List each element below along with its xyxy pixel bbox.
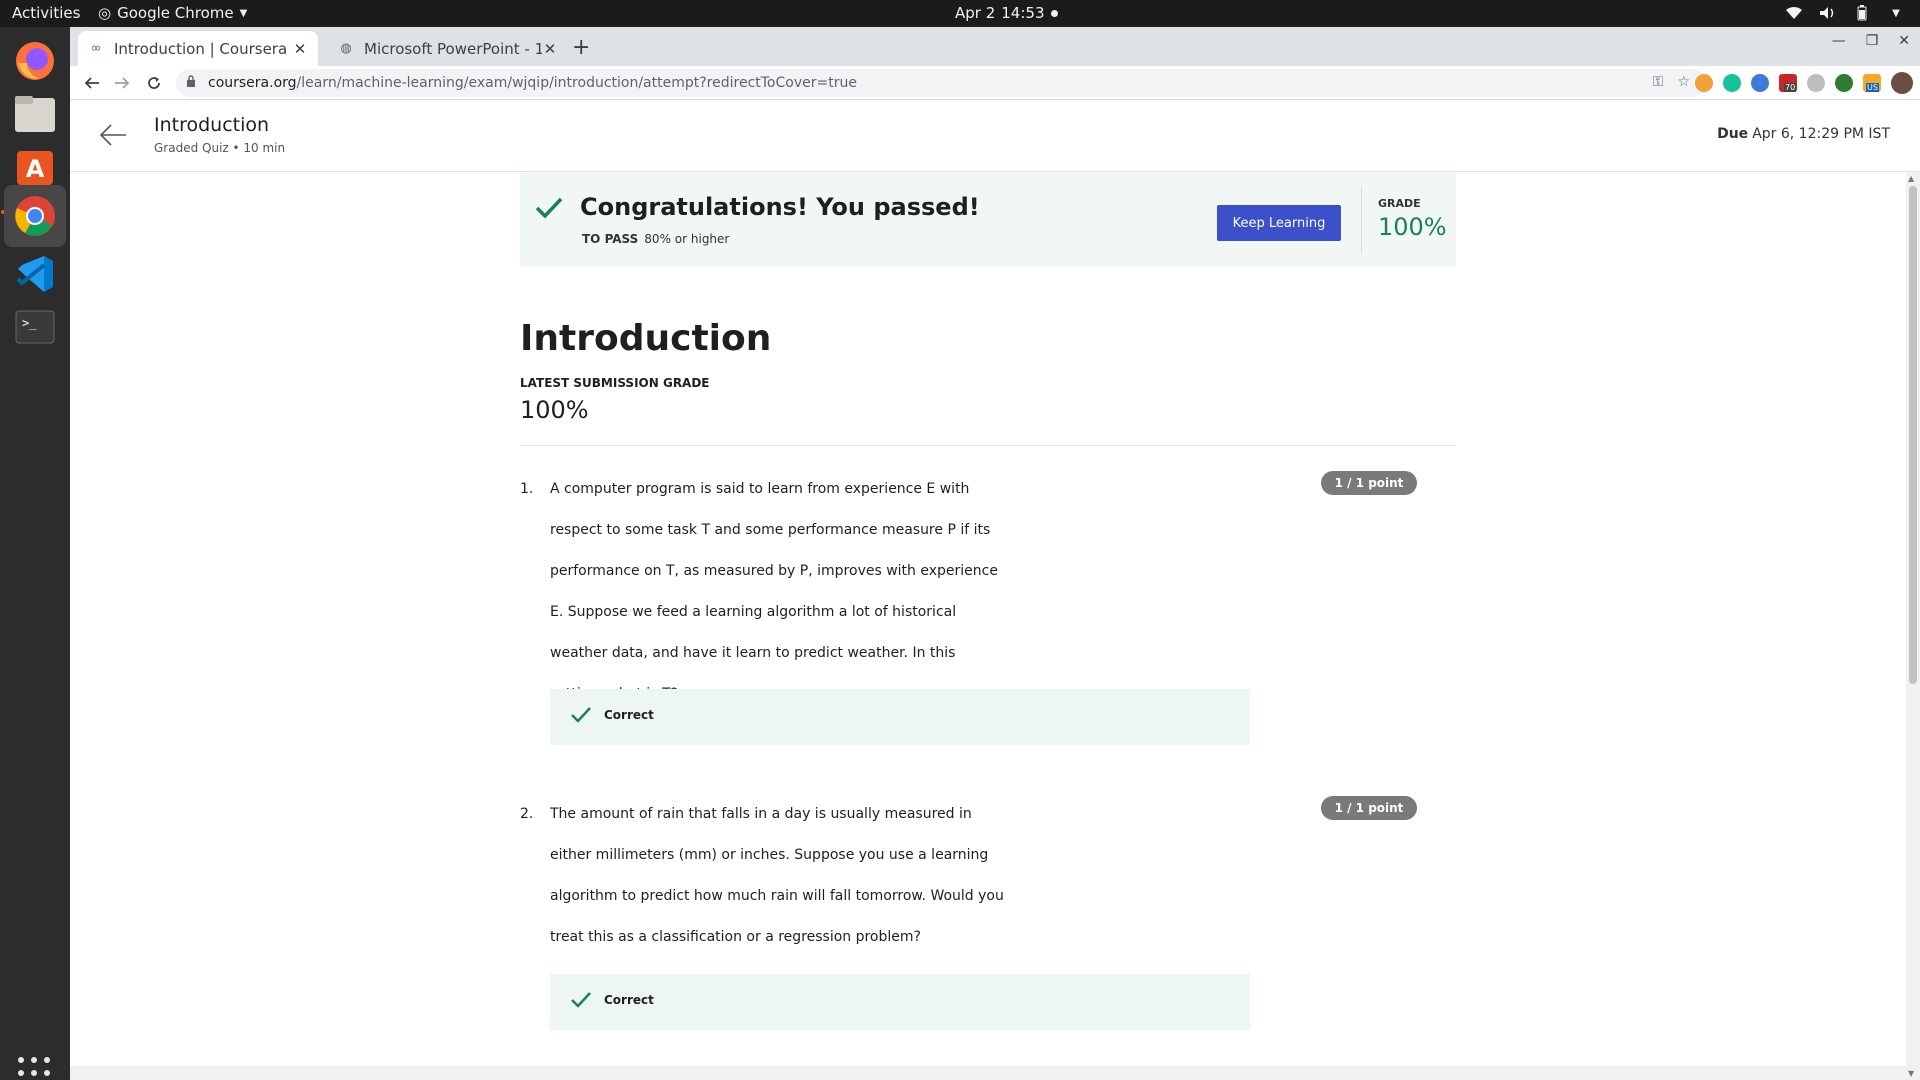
latest-submission-grade: 100% [520, 396, 589, 424]
grade-label: GRADE [1378, 197, 1421, 210]
page-title: Introduction [154, 114, 270, 136]
window-controls: — ❐ ✕ [1832, 33, 1910, 49]
coursera-favicon-icon: ∞ [90, 41, 102, 56]
extension-badge-region: US [1866, 83, 1879, 92]
minimize-icon[interactable]: — [1832, 33, 1846, 49]
scroll-down-icon[interactable]: ▼ [1908, 1069, 1914, 1078]
feedback-correct: Correct [550, 974, 1250, 1030]
quiz-header: Introduction Graded Quiz • 10 min Due Apr… [70, 100, 1920, 172]
extension-badge-icon[interactable]: US [1863, 74, 1881, 92]
back-arrow-icon[interactable] [98, 120, 128, 150]
grade-value: 100% [1378, 213, 1447, 241]
to-pass-value: 80% or higher [644, 232, 730, 246]
latest-submission-label: LATEST SUBMISSION GRADE [520, 376, 710, 390]
tab-title: Introduction | Coursera [114, 39, 288, 58]
extension-badge-icon[interactable]: 70 [1779, 74, 1797, 92]
due-date: Due Apr 6, 12:29 PM IST [1717, 126, 1890, 142]
feedback-label: Correct [604, 993, 654, 1007]
quiz-title: Introduction [520, 318, 772, 359]
bookmark-star-icon[interactable]: ☆ [1677, 74, 1690, 90]
key-icon[interactable]: ⚿ [1653, 74, 1664, 90]
extension-badge-count: 70 [1784, 83, 1797, 92]
battery-icon [1852, 3, 1872, 23]
close-tab-icon[interactable]: ✕ [292, 40, 308, 58]
back-icon[interactable] [80, 71, 104, 95]
chevron-down-icon: ▼ [1892, 7, 1900, 19]
close-tab-icon[interactable]: ✕ [542, 40, 558, 58]
extension-icon[interactable] [1751, 74, 1769, 92]
firefox-icon[interactable] [10, 36, 60, 86]
svg-text:>_: >_ [22, 316, 37, 330]
quiz-meta: Graded Quiz • 10 min [154, 141, 286, 155]
dock: A >_ [0, 27, 70, 1080]
divider [1361, 187, 1362, 253]
forward-icon[interactable] [110, 71, 134, 95]
due-value: Apr 6, 12:29 PM IST [1752, 126, 1890, 142]
checkmark-icon [534, 195, 564, 225]
vertical-scrollbar[interactable]: ▲ ▼ [1906, 172, 1920, 1080]
pass-threshold: TO PASS 80% or higher [582, 232, 729, 246]
points-badge: 1 / 1 point [1321, 796, 1417, 820]
extension-icon[interactable] [1695, 74, 1713, 92]
pass-headline: Congratulations! You passed! [580, 193, 980, 221]
new-tab-icon[interactable]: + [572, 35, 590, 60]
question-text: The amount of rain that falls in a day i… [550, 806, 1004, 945]
app-menu-label: Google Chrome [117, 4, 234, 22]
tab-powerpoint[interactable]: ◍ Microsoft PowerPoint - 1... ✕ [328, 31, 568, 66]
question-number: 2. [520, 806, 534, 822]
tab-coursera[interactable]: ∞ Introduction | Coursera ✕ [78, 31, 318, 66]
question-text: A computer program is said to learn from… [550, 481, 998, 702]
show-applications-icon[interactable] [18, 1057, 50, 1080]
question-number: 1. [520, 481, 534, 497]
url-host: coursera.org [208, 75, 297, 91]
files-icon[interactable] [10, 89, 60, 139]
system-top-bar: Activities ◎ Google Chrome ▼ Apr 2 14:53… [0, 0, 1920, 27]
lock-icon [186, 75, 200, 91]
horizontal-scrollbar[interactable] [70, 1066, 1906, 1080]
keep-learning-button[interactable]: Keep Learning [1217, 205, 1341, 241]
system-tray[interactable]: ▼ [1784, 3, 1906, 23]
chrome-icon[interactable] [4, 185, 66, 247]
divider [520, 445, 1456, 446]
chevron-down-icon: ▼ [239, 7, 248, 19]
points-badge: 1 / 1 point [1321, 471, 1417, 495]
close-window-icon[interactable]: ✕ [1898, 33, 1910, 49]
svg-text:A: A [26, 155, 45, 183]
pass-banner: Congratulations! You passed! TO PASS 80% … [520, 173, 1456, 267]
feedback-label: Correct [604, 708, 654, 722]
chrome-small-icon: ◎ [98, 4, 112, 22]
volume-icon [1818, 3, 1838, 23]
browser-toolbar: coursera.org/learn/machine-learning/exam… [70, 66, 1920, 100]
vscode-icon[interactable] [10, 249, 60, 299]
grammarly-icon[interactable] [1723, 74, 1741, 92]
extensions-area: 70 US ⋮ [1695, 72, 1920, 94]
globe-icon: ◍ [340, 41, 352, 56]
reload-icon[interactable] [142, 71, 166, 95]
page-content: Introduction Graded Quiz • 10 min Due Apr… [70, 100, 1920, 1080]
extension-icon[interactable] [1835, 74, 1853, 92]
restore-icon[interactable]: ❐ [1866, 33, 1879, 49]
checkmark-icon [570, 706, 592, 728]
extension-icon[interactable] [1807, 74, 1825, 92]
profile-avatar[interactable] [1891, 72, 1913, 94]
scroll-up-icon[interactable]: ▲ [1908, 174, 1914, 183]
clock-time: 14:53 [1001, 4, 1045, 22]
activities-button[interactable]: Activities [12, 4, 80, 22]
feedback-correct: Correct [550, 689, 1250, 745]
clock-date: Apr 2 [955, 4, 996, 22]
to-pass-label: TO PASS [582, 232, 639, 246]
notification-dot-icon [1050, 9, 1058, 17]
checkmark-icon [570, 991, 592, 1013]
clock[interactable]: Apr 2 14:53 [955, 4, 1058, 22]
tab-title: Microsoft PowerPoint - 1... [364, 39, 542, 58]
scrollbar-thumb[interactable] [1909, 186, 1917, 684]
url-path: /learn/machine-learning/exam/wjqip/intro… [296, 75, 857, 91]
app-menu[interactable]: ◎ Google Chrome ▼ [98, 4, 247, 22]
terminal-icon[interactable]: >_ [10, 302, 60, 352]
due-label: Due [1717, 126, 1749, 142]
address-bar[interactable]: coursera.org/learn/machine-learning/exam… [176, 69, 1706, 97]
browser-tab-strip: ∞ Introduction | Coursera ✕ ◍ Microsoft … [70, 27, 1920, 66]
wifi-icon [1784, 3, 1804, 23]
